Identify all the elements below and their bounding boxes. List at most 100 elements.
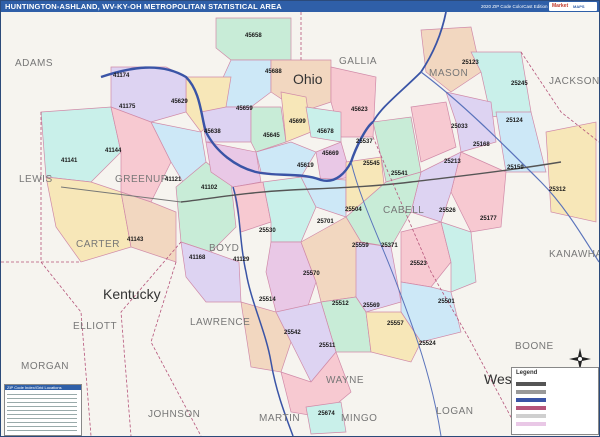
- legend-row: [516, 406, 546, 410]
- county-label-adams: ADAMS: [15, 58, 54, 69]
- brand-logo: Market MAPS: [549, 2, 597, 11]
- index-row: [7, 398, 77, 399]
- zip-label: 25512: [332, 301, 349, 307]
- zip-label: 45669: [322, 151, 339, 157]
- zip-label: 25514: [259, 297, 276, 303]
- index-row: [7, 402, 77, 403]
- zip-label: 41144: [105, 148, 122, 154]
- zip-label: 25674: [318, 411, 335, 417]
- zip-label: 45629: [171, 99, 188, 105]
- county-label-gallia: GALLIA: [339, 56, 378, 67]
- map-legend: Legend: [511, 367, 599, 435]
- zip-label: 45678: [317, 129, 334, 135]
- index-row: [7, 406, 77, 407]
- zip-label: 25526: [439, 208, 456, 214]
- zip-label: 25501: [438, 299, 455, 305]
- county-label-kanawha: KANAWHA: [549, 249, 600, 260]
- county-label-mason: MASON: [429, 68, 469, 79]
- zip-label: 25504: [345, 207, 362, 213]
- zip-label: 45623: [351, 107, 368, 113]
- zip-label: 25124: [506, 118, 523, 124]
- zip-label: 25542: [284, 330, 301, 336]
- zip-label: 45659: [236, 106, 253, 112]
- map-frame: HUNTINGTON-ASHLAND, WV-KY-OH METROPOLITA…: [0, 0, 600, 437]
- zip-index-table: ZIP Code Index/Grid Locations: [4, 384, 82, 436]
- county-label-boyd: BOYD: [209, 243, 240, 254]
- index-row: [7, 430, 77, 431]
- zip-label: 45658: [245, 33, 262, 39]
- title-bar: HUNTINGTON-ASHLAND, WV-KY-OH METROPOLITA…: [1, 1, 599, 12]
- zip-label: 41121: [165, 177, 182, 183]
- zip-label: 45688: [265, 69, 282, 75]
- index-row: [7, 426, 77, 427]
- zip-label: 45645: [263, 133, 280, 139]
- legend-row: [516, 390, 546, 394]
- zip-label: 25511: [319, 343, 336, 349]
- zip-label: 45699: [289, 119, 306, 125]
- zip-label: 25570: [303, 271, 320, 277]
- county-label-johnson: JOHNSON: [148, 409, 201, 420]
- index-row: [7, 418, 77, 419]
- county-label-lawrence: LAWRENCE: [190, 317, 251, 328]
- zip-label: 45638: [204, 129, 221, 135]
- zip-region: [305, 106, 342, 143]
- zip-label: 25701: [317, 219, 334, 225]
- zip-label: 25312: [549, 187, 566, 193]
- zip-label: 25371: [381, 243, 398, 249]
- zip-label: 25559: [352, 243, 369, 249]
- state-label-kentucky: Kentucky: [103, 286, 161, 302]
- zip-label: 25168: [473, 142, 490, 148]
- legend-title: Legend: [516, 370, 538, 376]
- county-label-logan: LOGAN: [436, 406, 474, 417]
- legend-row: [516, 382, 546, 386]
- zip-label: 41168: [189, 255, 206, 261]
- zip-label: 25523: [410, 261, 427, 267]
- zip-label: 25541: [391, 171, 408, 177]
- index-title: ZIP Code Index/Grid Locations: [5, 385, 81, 390]
- zip-label: 25123: [462, 60, 479, 66]
- legend-row: [516, 414, 546, 418]
- zip-region: [215, 17, 292, 61]
- index-row: [7, 414, 77, 415]
- index-row: [7, 394, 77, 395]
- index-row: [7, 422, 77, 423]
- zip-label: 25545: [363, 161, 380, 167]
- zip-label: 25524: [419, 341, 436, 347]
- county-label-jackson: JACKSON: [549, 76, 600, 87]
- county-label-wayne: WAYNE: [326, 375, 365, 386]
- edition-label: 2020 ZIP Code ColorCast Edition: [481, 4, 548, 9]
- zip-label: 25530: [259, 228, 276, 234]
- zip-label: 25159: [507, 165, 524, 171]
- zip-label: 41141: [61, 158, 78, 164]
- county-label-cabell: CABELL: [383, 205, 425, 216]
- county-label-boone: BOONE: [515, 341, 554, 352]
- zip-label: 25177: [480, 216, 497, 222]
- county-label-carter: CARTER: [76, 239, 120, 250]
- county-label-elliott: ELLIOTT: [73, 321, 118, 332]
- zip-label: 41102: [201, 185, 218, 191]
- zip-region: [545, 121, 597, 223]
- county-label-lewis: LEWIS: [19, 174, 53, 185]
- zip-label: 25557: [387, 321, 404, 327]
- state-label-ohio: Ohio: [293, 71, 323, 87]
- zip-label: 25213: [444, 159, 461, 165]
- legend-row: [516, 398, 546, 402]
- zip-label: 25033: [451, 124, 468, 130]
- legend-row: [516, 422, 546, 426]
- zip-label: 41174: [113, 73, 130, 79]
- county-label-morgan: MORGAN: [21, 361, 69, 372]
- county-label-mingo: MINGO: [341, 413, 378, 424]
- zip-label: 41143: [127, 237, 144, 243]
- zip-label: 41129: [233, 257, 250, 263]
- county-label-greenup: GREENUP: [115, 174, 168, 185]
- county-label-martin: MARTIN: [259, 413, 301, 424]
- map-title: HUNTINGTON-ASHLAND, WV-KY-OH METROPOLITA…: [5, 2, 282, 11]
- zip-label: 25245: [511, 81, 528, 87]
- logo-main-text: Market: [552, 3, 569, 9]
- logo-sub-text: MAPS: [573, 4, 585, 9]
- index-row: [7, 410, 77, 411]
- zip-region: [305, 401, 347, 435]
- zip-label: 25569: [363, 303, 380, 309]
- zip-label: 41175: [119, 104, 136, 110]
- zip-label: 45619: [297, 163, 314, 169]
